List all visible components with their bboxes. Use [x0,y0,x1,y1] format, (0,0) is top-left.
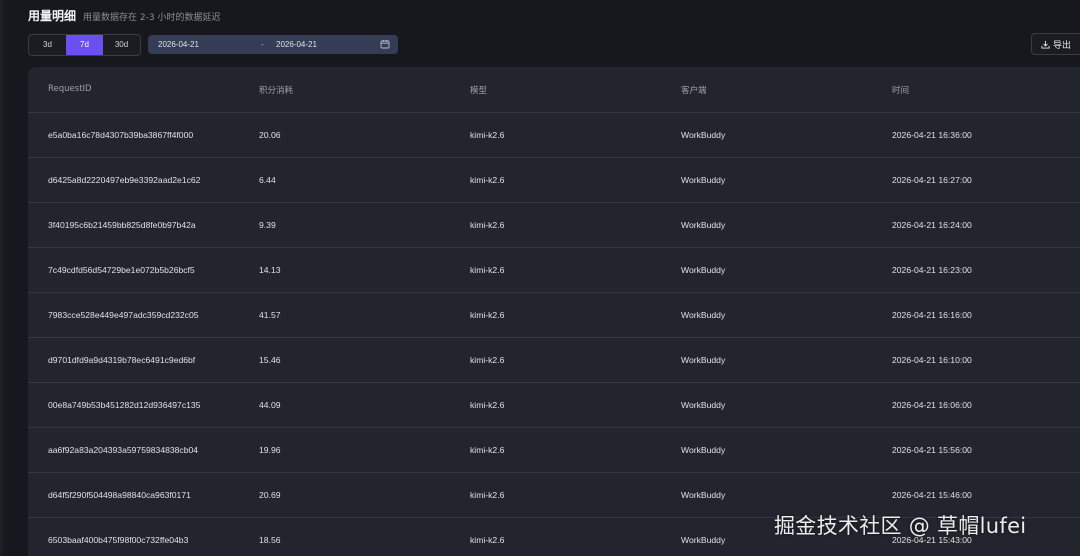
page-subtitle: 用量数据存在 2-3 小时的数据延迟 [83,13,221,23]
range-3d-button[interactable]: 3d [29,35,66,55]
date-start[interactable]: 2026-04-21 [158,40,199,49]
credits-cell: 6.44 [259,175,276,185]
table-row: d6425a8d2220497eb9e3392aad2e1c62 6.44 kimi… [28,157,1080,203]
time-cell: 2026-04-21 15:46:00 [892,490,972,500]
client-cell: WorkBuddy [681,535,726,545]
credits-cell: 19.96 [259,445,281,455]
calendar-icon[interactable] [380,39,390,49]
request-id-cell: d9701dfd9a9d4319b78ec6491c9ed6bf [48,355,196,365]
table-row: e5a0ba16c78d4307b39ba3867ff4f000 20.06 kim… [28,112,1080,158]
credits-cell: 44.09 [259,400,281,410]
credits-cell: 41.57 [259,310,281,320]
request-id-cell: d64f5f290f504498a98840ca963f0171 [48,490,191,500]
model-cell: kimi-k2.6 [470,490,505,500]
client-cell: WorkBuddy [681,490,726,500]
date-separator: - [261,40,264,49]
column-header-time: 时间 [892,86,910,96]
range-7d-button[interactable]: 7d [66,35,103,55]
export-button[interactable]: 导出 [1031,33,1080,55]
credits-cell: 20.69 [259,490,281,500]
credits-cell: 18.56 [259,535,281,545]
column-header-client: 客户端 [681,86,707,96]
time-cell: 2026-04-21 16:06:00 [892,400,972,410]
client-cell: WorkBuddy [681,310,726,320]
table-row: 3f40195c6b21459bb825d8fe0b97b42a 9.39 kimi… [28,202,1080,248]
client-cell: WorkBuddy [681,400,726,410]
time-cell: 2026-04-21 16:10:00 [892,355,972,365]
date-range-picker[interactable]: 2026-04-21 - 2026-04-21 [148,35,398,54]
usage-table: RequestID 积分消耗 模型 客户端 时间 e5a0ba16c78d430… [28,67,1080,556]
credits-cell: 20.06 [259,130,281,140]
client-cell: WorkBuddy [681,175,726,185]
download-icon [1041,40,1050,49]
request-id-cell: 7983cce528e449e497adc359cd232c05 [48,310,199,320]
time-cell: 2026-04-21 16:23:00 [892,265,972,275]
client-cell: WorkBuddy [681,445,726,455]
model-cell: kimi-k2.6 [470,130,505,140]
request-id-cell: aa6f92a83a204393a59759834838cb04 [48,445,199,455]
request-id-cell: d6425a8d2220497eb9e3392aad2e1c62 [48,175,201,185]
table-row: 7c49cdfd56d54729be1e072b5b26bcf5 14.13 kim… [28,247,1080,293]
page-title: 用量明细 [28,9,77,23]
credits-cell: 14.13 [259,265,281,275]
credits-cell: 15.46 [259,355,281,365]
table-row: 7983cce528e449e497adc359cd232c05 41.57 kim… [28,292,1080,338]
client-cell: WorkBuddy [681,220,726,230]
request-id-cell: e5a0ba16c78d4307b39ba3867ff4f000 [48,130,194,140]
table-row: d9701dfd9a9d4319b78ec6491c9ed6bf 15.46 kim… [28,337,1080,383]
time-cell: 2026-04-21 16:16:00 [892,310,972,320]
table-row: aa6f92a83a204393a59759834838cb04 19.96 kim… [28,427,1080,473]
time-cell: 2026-04-21 16:27:00 [892,175,972,185]
usage-detail-page: 用量明细 用量数据存在 2-3 小时的数据延迟 3d 7d 30d 2026-0… [0,0,1080,556]
model-cell: kimi-k2.6 [470,220,505,230]
column-header-model: 模型 [470,86,488,96]
page-header: 用量明细 用量数据存在 2-3 小时的数据延迟 [28,7,220,24]
left-border [0,0,3,556]
client-cell: WorkBuddy [681,265,726,275]
column-header-request-id: RequestID [48,84,92,94]
model-cell: kimi-k2.6 [470,175,505,185]
model-cell: kimi-k2.6 [470,400,505,410]
model-cell: kimi-k2.6 [470,355,505,365]
time-cell: 2026-04-21 16:24:00 [892,220,972,230]
model-cell: kimi-k2.6 [470,310,505,320]
watermark: 掘金技术社区 @ 草帽lufei [774,514,1027,538]
client-cell: WorkBuddy [681,130,726,140]
request-id-cell: 7c49cdfd56d54729be1e072b5b26bcf5 [48,265,195,275]
model-cell: kimi-k2.6 [470,265,505,275]
date-end[interactable]: 2026-04-21 [276,40,317,49]
time-cell: 2026-04-21 15:56:00 [892,445,972,455]
client-cell: WorkBuddy [681,355,726,365]
table-header: RequestID 积分消耗 模型 客户端 时间 [28,67,1080,113]
request-id-cell: 6503baaf400b475f98f00c732ffe04b3 [48,535,189,545]
range-30d-button[interactable]: 30d [103,35,140,55]
credits-cell: 9.39 [259,220,276,230]
export-label: 导出 [1053,40,1072,51]
table-row: 00e8a749b53b451282d12d936497c135 44.09 kim… [28,382,1080,428]
model-cell: kimi-k2.6 [470,535,505,545]
request-id-cell: 00e8a749b53b451282d12d936497c135 [48,400,201,410]
model-cell: kimi-k2.6 [470,445,505,455]
time-cell: 2026-04-21 16:36:00 [892,130,972,140]
time-range-selector: 3d 7d 30d [28,34,141,56]
column-header-credits: 积分消耗 [259,86,294,96]
request-id-cell: 3f40195c6b21459bb825d8fe0b97b42a [48,220,196,230]
